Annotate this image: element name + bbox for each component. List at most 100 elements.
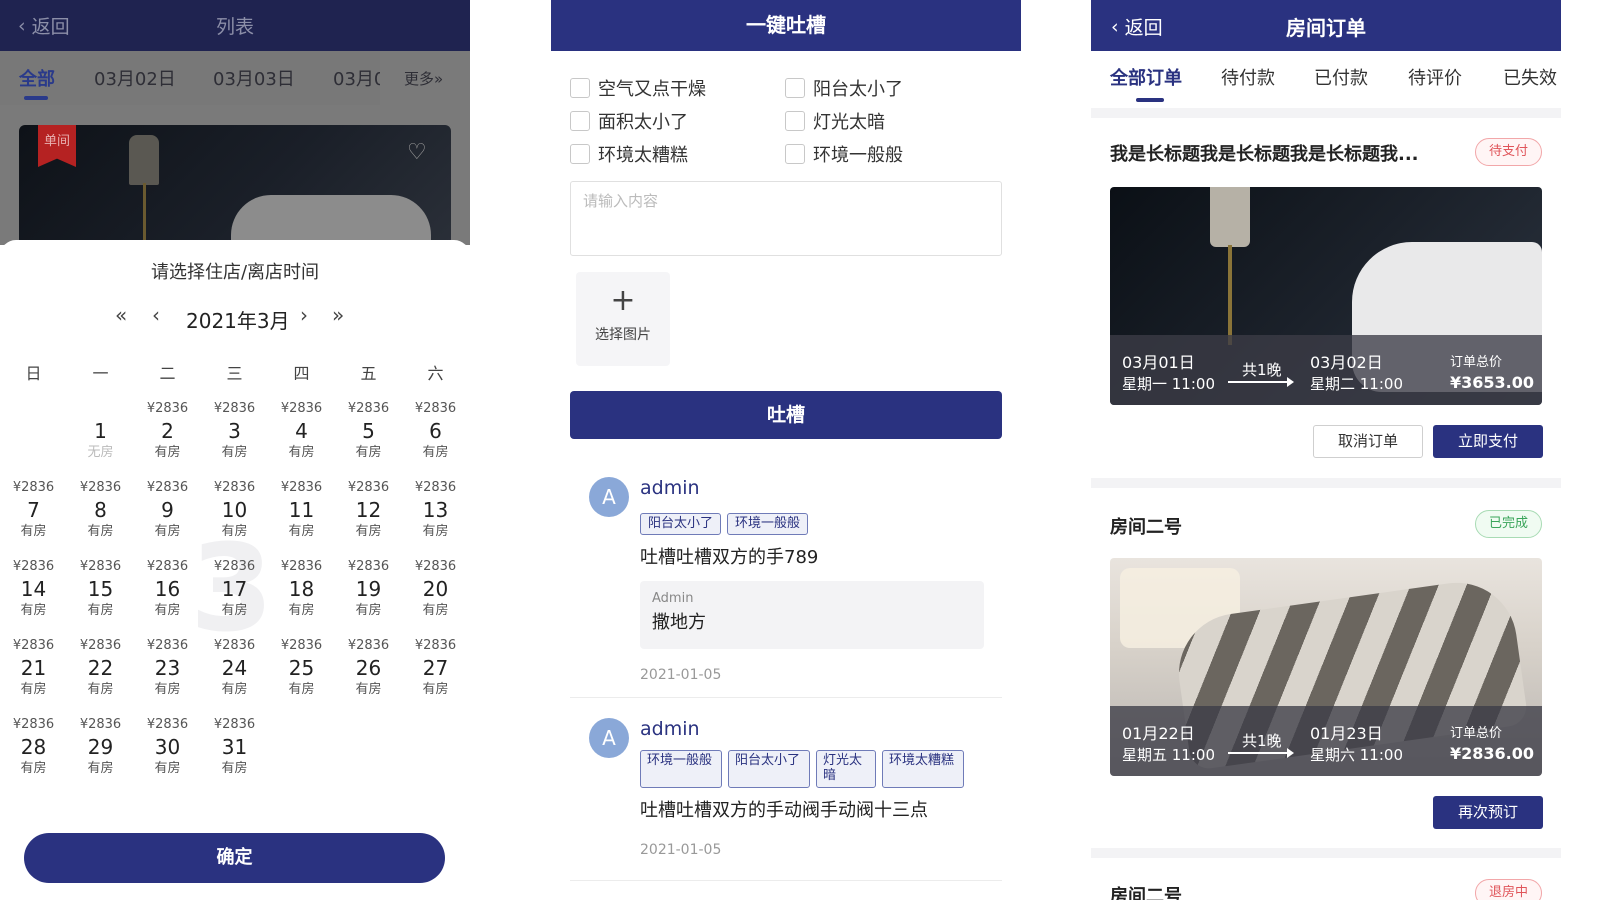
day-availability: 有房 bbox=[87, 603, 114, 618]
tab-all-orders[interactable]: 全部订单 bbox=[1110, 64, 1182, 90]
calendar-day[interactable]: ¥2836 24 有房 bbox=[201, 637, 268, 715]
room-image[interactable]: 01月22日 星期五 11:00 共1晚 01月23日 星期六 11:00 订单… bbox=[1110, 558, 1542, 776]
total-label: 订单总价 bbox=[1450, 355, 1503, 370]
tag-badge: 灯光太暗 bbox=[816, 750, 876, 788]
tab-to-review[interactable]: 待评价 bbox=[1408, 64, 1462, 90]
option-checkbox[interactable]: 灯光太暗 bbox=[785, 108, 885, 134]
tab-all[interactable]: 全部 bbox=[19, 65, 55, 91]
calendar-day[interactable]: ¥2836 2 有房 bbox=[134, 400, 201, 478]
tab-expired[interactable]: 已失效 bbox=[1503, 64, 1557, 90]
calendar-day[interactable]: ¥2836 15 有房 bbox=[67, 558, 134, 636]
date-tabs: 全部 03月02日 03月03日 03月0 更多» bbox=[0, 51, 470, 105]
calendar-day[interactable]: ¥2836 10 有房 bbox=[201, 479, 268, 557]
option-checkbox[interactable]: 环境一般般 bbox=[785, 141, 903, 167]
day-availability: 有房 bbox=[422, 445, 449, 460]
submit-complaint-button[interactable]: 吐槽 bbox=[570, 391, 1002, 439]
day-number: 20 bbox=[422, 577, 449, 601]
pay-now-button[interactable]: 立即支付 bbox=[1433, 425, 1543, 458]
day-availability: 有房 bbox=[20, 524, 47, 539]
more-tabs-button[interactable]: 更多» bbox=[404, 68, 443, 89]
calendar-day[interactable]: ¥2836 27 有房 bbox=[402, 637, 469, 715]
prev-month-icon[interactable]: ‹ bbox=[152, 303, 160, 327]
reply-text: 撒地方 bbox=[652, 612, 706, 633]
calendar-day[interactable]: ¥2836 7 有房 bbox=[0, 479, 67, 557]
weekday-label: 四 bbox=[293, 364, 310, 383]
rebook-button[interactable]: 再次预订 bbox=[1433, 796, 1543, 829]
calendar-day[interactable]: ¥2836 22 有房 bbox=[67, 637, 134, 715]
day-number: 7 bbox=[27, 498, 40, 522]
back-button[interactable]: ‹ 返回 bbox=[1111, 13, 1163, 40]
cancel-order-button[interactable]: 取消订单 bbox=[1313, 425, 1423, 458]
calendar-day[interactable]: ¥2836 17 有房 bbox=[201, 558, 268, 636]
calendar-day[interactable]: ¥2836 11 有房 bbox=[268, 479, 335, 557]
stay-info-bar: 03月01日 星期一 11:00 共1晚 03月02日 星期二 11:00 订单… bbox=[1110, 335, 1542, 405]
calendar-day[interactable]: ¥2836 13 有房 bbox=[402, 479, 469, 557]
comment-username: admin bbox=[640, 477, 700, 499]
tab-pending-payment[interactable]: 待付款 bbox=[1221, 64, 1275, 90]
calendar-day[interactable]: ¥2836 6 有房 bbox=[402, 400, 469, 478]
option-checkbox[interactable]: 空气又点干燥 bbox=[570, 75, 706, 101]
status-badge: 退房中 bbox=[1474, 879, 1542, 900]
confirm-button[interactable]: 确定 bbox=[24, 833, 445, 883]
tag-badge: 阳台太小了 bbox=[728, 750, 810, 788]
calendar-day[interactable]: ¥2836 4 有房 bbox=[268, 400, 335, 478]
day-price: ¥2836 bbox=[347, 480, 390, 495]
checkbox-icon[interactable] bbox=[785, 111, 805, 131]
calendar-sheet: 请选择住店/离店时间 « ‹ 2021年3月 › » 日 一 二 三 四 五 六… bbox=[0, 240, 470, 900]
day-availability: 有房 bbox=[355, 603, 382, 618]
calendar-day[interactable]: ¥2836 31 有房 bbox=[201, 716, 268, 794]
next-month-icon[interactable]: › bbox=[300, 303, 308, 327]
tab-date[interactable]: 03月03日 bbox=[213, 65, 295, 91]
comment-tags: 环境一般般 阳台太小了 灯光太暗 环境太糟糕 bbox=[640, 750, 964, 788]
calendar-day[interactable]: ¥2836 5 有房 bbox=[335, 400, 402, 478]
room-type-badge: 单间 bbox=[38, 125, 76, 167]
calendar-day[interactable]: ¥2836 25 有房 bbox=[268, 637, 335, 715]
day-price: ¥2836 bbox=[213, 480, 256, 495]
image-upload-button[interactable]: + 选择图片 bbox=[576, 272, 670, 366]
comment-tags: 阳台太小了 环境一般般 bbox=[640, 513, 809, 535]
day-availability: 有房 bbox=[154, 682, 181, 697]
calendar-day[interactable]: ¥2836 21 有房 bbox=[0, 637, 67, 715]
content-textarea[interactable]: 请输入内容 bbox=[570, 181, 1002, 256]
next-year-icon[interactable]: » bbox=[332, 303, 344, 327]
tab-paid[interactable]: 已付款 bbox=[1314, 64, 1368, 90]
calendar-day[interactable]: ¥2836 8 有房 bbox=[67, 479, 134, 557]
back-button[interactable]: ‹ 返回 bbox=[18, 12, 70, 39]
day-price: ¥2836 bbox=[79, 638, 122, 653]
calendar-day[interactable]: ¥2836 23 有房 bbox=[134, 637, 201, 715]
calendar-day[interactable]: ¥2836 29 有房 bbox=[67, 716, 134, 794]
option-checkbox[interactable]: 阳台太小了 bbox=[785, 75, 903, 101]
option-checkbox[interactable]: 环境太糟糕 bbox=[570, 141, 688, 167]
checkbox-icon[interactable] bbox=[785, 78, 805, 98]
day-availability: 有房 bbox=[20, 761, 47, 776]
checkbox-icon[interactable] bbox=[570, 78, 590, 98]
calendar-day[interactable]: ¥2836 16 有房 bbox=[134, 558, 201, 636]
calendar-day[interactable]: ¥2836 18 有房 bbox=[268, 558, 335, 636]
calendar-day[interactable]: ¥2836 26 有房 bbox=[335, 637, 402, 715]
calendar-day[interactable]: ¥2836 3 有房 bbox=[201, 400, 268, 478]
calendar-day[interactable]: ¥2836 20 有房 bbox=[402, 558, 469, 636]
prev-year-icon[interactable]: « bbox=[115, 303, 127, 327]
calendar-day[interactable]: ¥2836 30 有房 bbox=[134, 716, 201, 794]
option-label: 环境太糟糕 bbox=[598, 145, 688, 166]
calendar-day[interactable]: 1 无房 bbox=[67, 400, 134, 478]
calendar-day[interactable]: ¥2836 28 有房 bbox=[0, 716, 67, 794]
tab-date[interactable]: 03月0 bbox=[333, 65, 385, 91]
day-number: 19 bbox=[355, 577, 382, 601]
calendar-day[interactable]: ¥2836 14 有房 bbox=[0, 558, 67, 636]
option-label: 环境一般般 bbox=[813, 145, 903, 166]
checkbox-icon[interactable] bbox=[785, 144, 805, 164]
day-price: ¥2836 bbox=[280, 559, 323, 574]
checkbox-icon[interactable] bbox=[570, 144, 590, 164]
calendar-day[interactable]: ¥2836 9 有房 bbox=[134, 479, 201, 557]
weekday-label: 三 bbox=[226, 364, 243, 383]
option-checkbox[interactable]: 面积太小了 bbox=[570, 108, 688, 134]
calendar-day[interactable]: ¥2836 12 有房 bbox=[335, 479, 402, 557]
checkbox-icon[interactable] bbox=[570, 111, 590, 131]
room-image[interactable]: 03月01日 星期一 11:00 共1晚 03月02日 星期二 11:00 订单… bbox=[1110, 187, 1542, 405]
comment-username: admin bbox=[640, 718, 700, 740]
day-number: 26 bbox=[355, 656, 382, 680]
calendar-day[interactable]: ¥2836 19 有房 bbox=[335, 558, 402, 636]
tab-date[interactable]: 03月02日 bbox=[94, 65, 176, 91]
heart-icon[interactable]: ♡ bbox=[407, 141, 431, 165]
